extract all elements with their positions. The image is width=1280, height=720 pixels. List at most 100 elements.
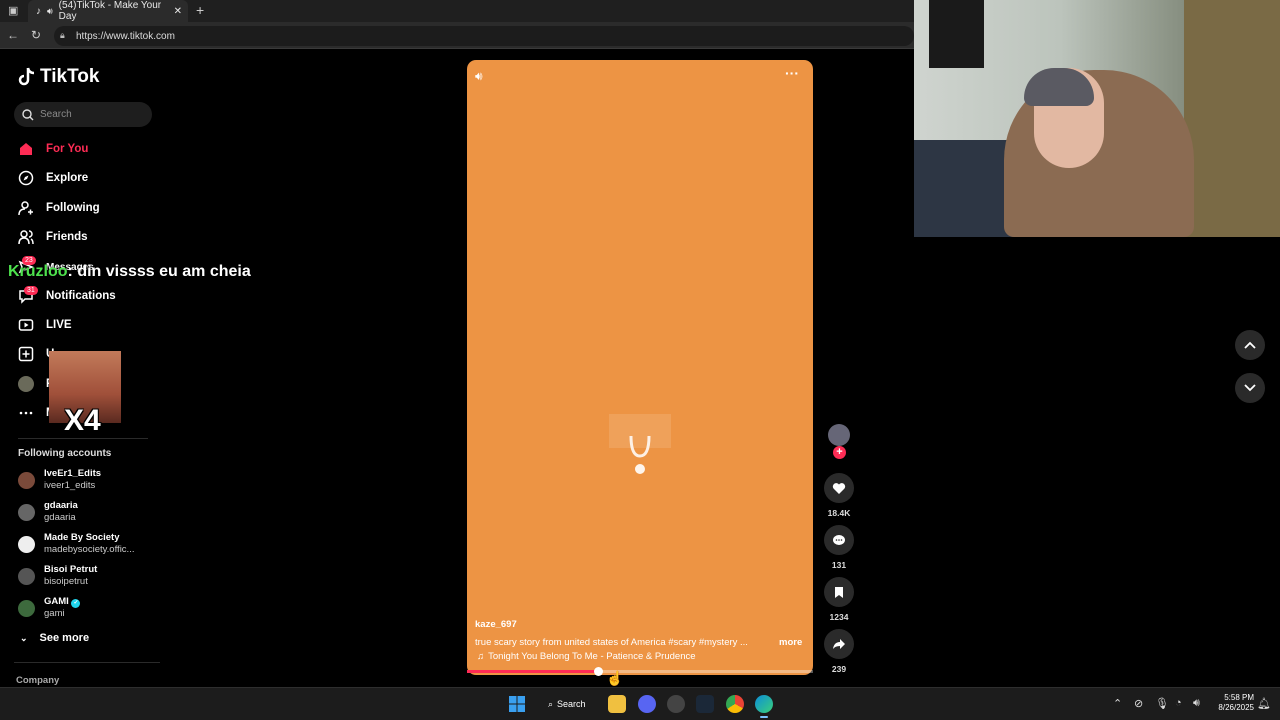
save-count: 1234	[829, 612, 849, 622]
following-accounts-header: Following accounts	[18, 448, 112, 459]
active-app-indicator	[760, 716, 768, 718]
wifi-icon[interactable]: ◔	[1175, 697, 1182, 709]
nav-label: Following	[46, 202, 100, 214]
back-icon[interactable]: ←	[7, 28, 19, 42]
file-explorer-icon[interactable]	[608, 695, 626, 713]
following-account[interactable]: IveEr1_Edits iveer1_edits	[18, 465, 158, 495]
friends-icon	[18, 230, 34, 245]
network-off-icon[interactable]: ⊘	[1134, 697, 1143, 710]
tiktok-logo[interactable]: TikTok	[18, 66, 99, 88]
avatar	[18, 535, 35, 553]
nav-notifications[interactable]: Notifications	[18, 284, 168, 308]
close-tab-icon[interactable]: ✕	[174, 6, 182, 17]
tiktok-logo-icon	[18, 67, 35, 86]
edge-icon[interactable]	[755, 695, 773, 713]
video-player[interactable]: 🔊︎ ···	[467, 60, 813, 675]
nav-following[interactable]: Following	[18, 196, 168, 220]
share-count: 239	[831, 664, 847, 674]
like-button[interactable]	[824, 473, 854, 503]
follow-plus-icon[interactable]: +	[833, 446, 846, 459]
avatar	[18, 567, 35, 585]
save-button[interactable]	[824, 577, 854, 607]
more-icon	[19, 411, 33, 415]
tab-title: (54)TikTok - Make Your Day	[58, 0, 162, 22]
chat-message: : din vissss eu am cheia	[67, 263, 251, 280]
account-handle: bisoipetrut	[44, 576, 88, 587]
clock-time: 5:58 PM	[1224, 693, 1254, 702]
account-handle: iveer1_edits	[44, 480, 96, 491]
company-link[interactable]: Company	[16, 675, 59, 686]
notification-bell-icon[interactable]: 🔔︎	[1257, 697, 1271, 710]
nav-explore[interactable]: Explore	[18, 166, 168, 190]
upload-icon	[18, 346, 34, 362]
nav-friends[interactable]: Friends	[18, 225, 168, 249]
tiktok-favicon-icon: ♪	[36, 5, 41, 17]
taskbar-search-button[interactable]: ⌕ Search	[540, 693, 596, 715]
search-placeholder: Search	[40, 109, 72, 120]
share-button[interactable]	[824, 629, 854, 659]
heart-icon	[832, 482, 846, 494]
following-account[interactable]: GAMI ✓ gami	[18, 593, 158, 623]
following-account[interactable]: Bisoi Petrut bisoipetrut	[18, 561, 158, 591]
refresh-icon[interactable]: ↻	[31, 28, 41, 42]
new-tab-icon[interactable]: +	[196, 2, 204, 18]
account-name-text: GAMI	[44, 596, 69, 607]
webcam-overlay	[914, 0, 1280, 237]
live-icon	[18, 319, 34, 331]
divider	[14, 662, 160, 663]
chevron-down-icon	[1244, 384, 1256, 392]
nav-label: LIVE	[46, 319, 72, 331]
chevron-up-icon[interactable]: ⌃	[1113, 697, 1122, 710]
video-author[interactable]: kaze_697	[475, 619, 517, 630]
more-options-icon[interactable]: ···	[785, 65, 799, 81]
nav-label: Explore	[46, 172, 89, 184]
steam-icon[interactable]	[696, 695, 714, 713]
chevron-up-icon	[1244, 341, 1256, 349]
following-account[interactable]: gdaaria gdaaria	[18, 497, 158, 527]
tab-actions-icon[interactable]: ▣	[8, 4, 18, 17]
search-icon: ⌕	[548, 698, 554, 709]
account-name: Bisoi Petrut	[44, 564, 98, 575]
search-input[interactable]: Search	[14, 102, 152, 127]
volume-icon[interactable]: 🔊︎	[475, 69, 483, 84]
following-account[interactable]: Made By Society madebysociety.offic...	[18, 529, 158, 559]
nav-live[interactable]: LIVE	[18, 313, 168, 337]
search-icon	[22, 108, 34, 120]
verified-icon: ✓	[71, 599, 81, 608]
nav-label: For You	[46, 143, 89, 155]
microphone-icon[interactable]: 🎙︎	[1155, 697, 1169, 710]
creator-avatar[interactable]	[828, 424, 850, 446]
chat-username: Kruzloo	[8, 263, 68, 280]
app-icon[interactable]	[667, 695, 685, 713]
browser-tab[interactable]: ♪ 🔊︎ (54)TikTok - Make Your Day ✕	[28, 0, 188, 22]
windows-start-icon[interactable]	[509, 696, 525, 717]
music-title: Tonight You Belong To Me - Patience & Pr…	[488, 651, 696, 662]
video-music[interactable]: ♫ Tonight You Belong To Me - Patience & …	[477, 651, 696, 662]
url-field[interactable]: https://www.tiktok.com	[54, 26, 914, 46]
clock-date: 8/26/2025	[1218, 703, 1254, 712]
account-name: gdaaria	[44, 500, 78, 511]
chrome-icon[interactable]	[726, 695, 744, 713]
previous-video-button[interactable]	[1235, 330, 1265, 360]
volume-icon[interactable]: 🔊︎	[1193, 697, 1200, 710]
compass-icon	[18, 170, 34, 186]
following-icon	[18, 201, 33, 216]
taskbar-clock[interactable]: 5:58 PM 8/26/2025	[1208, 693, 1254, 713]
wall-picture	[929, 0, 984, 68]
bookmark-icon	[835, 586, 843, 598]
account-name: Made By Society	[44, 532, 120, 543]
chevron-down-icon: ⌄	[20, 632, 28, 643]
nav-label: Notifications	[46, 290, 116, 302]
discord-icon[interactable]	[638, 695, 656, 713]
home-icon	[20, 143, 32, 155]
comment-button[interactable]	[824, 525, 854, 555]
next-video-button[interactable]	[1235, 373, 1265, 403]
lock-icon[interactable]: 🔒︎	[60, 30, 65, 41]
avatar	[18, 503, 35, 521]
see-more-button[interactable]: ⌄ See more	[20, 632, 89, 644]
like-count: 18.4K	[827, 508, 851, 518]
speaker-icon[interactable]: 🔊︎	[47, 6, 53, 17]
avatar	[18, 599, 35, 617]
caption-more-button[interactable]: more	[779, 637, 802, 648]
nav-for-you[interactable]: For You	[18, 137, 168, 161]
